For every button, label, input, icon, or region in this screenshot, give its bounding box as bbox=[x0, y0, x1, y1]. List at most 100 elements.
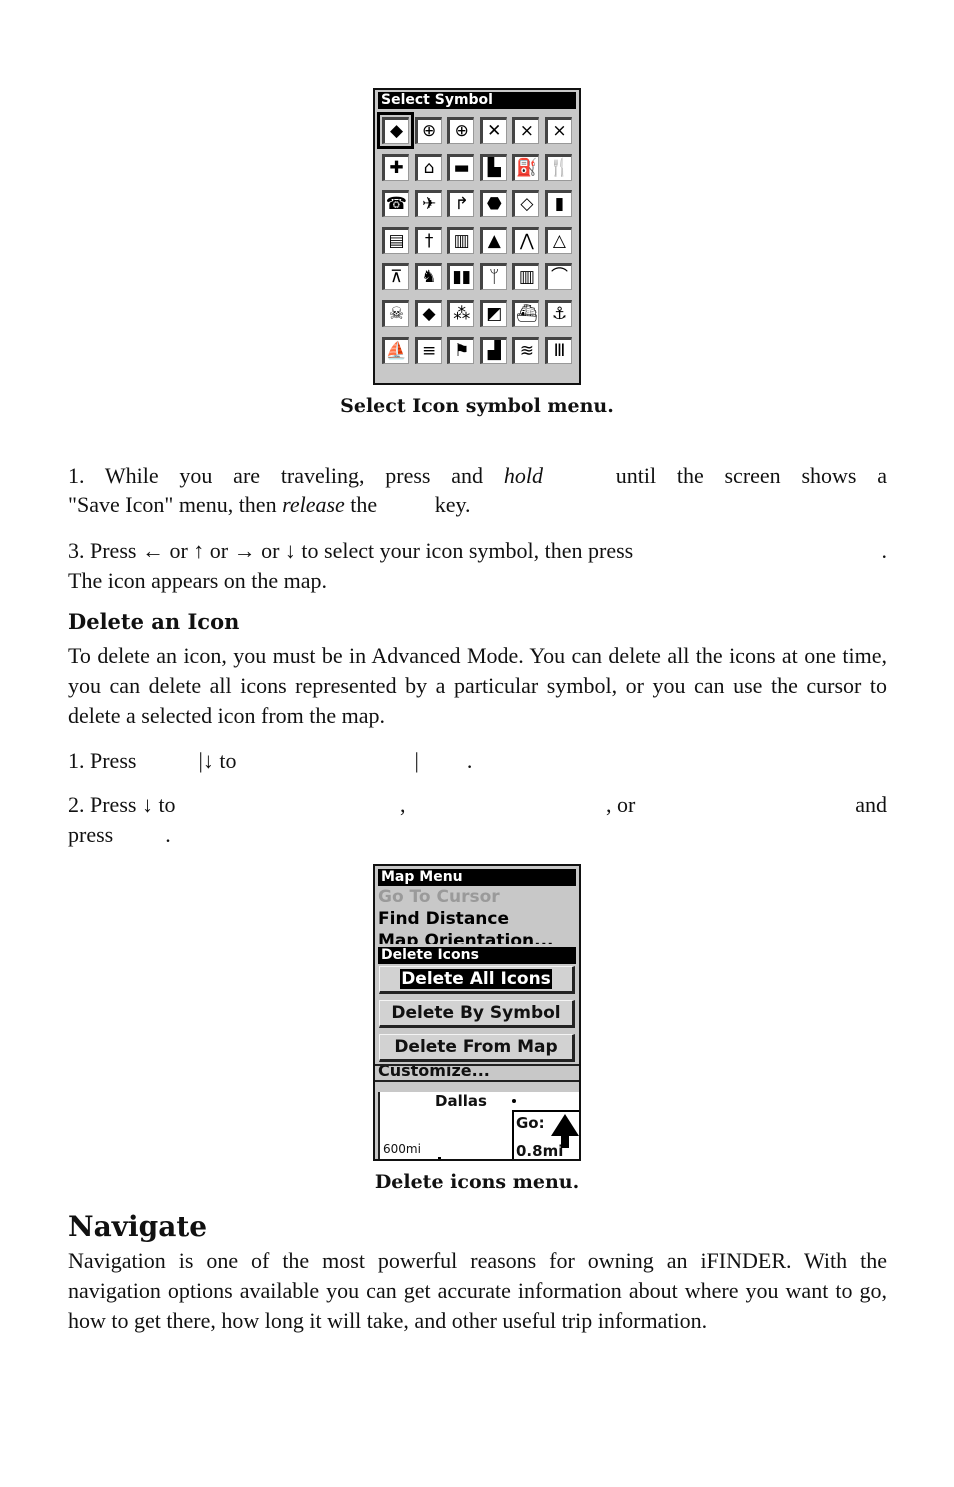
delete-step1: 1. Press |↓ to |. bbox=[68, 746, 887, 776]
symbol-cell[interactable]: ▥ bbox=[447, 226, 475, 254]
symbol-cell[interactable]: ▮▮ bbox=[447, 263, 475, 291]
delete-icon-body: To delete an icon, you must be in Advanc… bbox=[68, 643, 887, 728]
buoy-icon: ⚑ bbox=[454, 340, 470, 361]
symbol-cell[interactable]: ▙ bbox=[479, 153, 507, 181]
car-icon: ▬ bbox=[453, 157, 470, 178]
symbol-cell[interactable]: ⛽ bbox=[512, 153, 540, 181]
symbol-cell[interactable]: ▮ bbox=[544, 190, 572, 218]
tree-icon: ▲ bbox=[487, 230, 501, 251]
step1-line2: "Save Icon" menu, then release the key. bbox=[68, 490, 887, 520]
picnic-table-icon: ⊼ bbox=[390, 267, 403, 288]
step3-line1: 3. Press ← or ↑ or → or ↓ to select your… bbox=[68, 538, 634, 563]
symbol-cell[interactable]: ▤ bbox=[382, 226, 409, 254]
symbol-cell[interactable]: ◇ bbox=[512, 190, 540, 218]
map-menu-item[interactable]: Find Distance bbox=[375, 908, 579, 930]
map-menu-items: Go To Cursor Find Distance Map Orientation… bbox=[375, 886, 579, 944]
symbol-cell[interactable]: ⚓ bbox=[544, 299, 572, 327]
symbol-cell[interactable]: ▥ bbox=[512, 263, 540, 291]
symbol-cell[interactable]: ⛵ bbox=[382, 336, 409, 364]
symbol-cell[interactable]: ✚ bbox=[382, 153, 409, 181]
symbol-cell[interactable]: ⁂ bbox=[447, 299, 475, 327]
symbol-cell[interactable]: ⬣ bbox=[479, 190, 507, 218]
symbol-cell[interactable]: ⌂ bbox=[414, 153, 442, 181]
symbol-cell[interactable]: ⚑ bbox=[447, 336, 475, 364]
airplane-icon: ✈ bbox=[421, 194, 437, 215]
symbol-cell[interactable]: ☠ bbox=[382, 299, 409, 327]
step1-text-d: the bbox=[344, 492, 378, 517]
x-mark-outline-icon: ⨯ bbox=[519, 121, 534, 141]
flag-icon: ▤ bbox=[388, 230, 405, 251]
symbol-cell[interactable]: ♞ bbox=[414, 263, 442, 291]
symbol-cell[interactable]: ⋀ bbox=[512, 226, 540, 254]
symbol-cell[interactable]: ⊼ bbox=[382, 263, 409, 291]
fuel-pump-icon: ⛽ bbox=[516, 157, 538, 178]
map-scale-label: 600mi bbox=[383, 1142, 421, 1156]
customize-item: Customize... bbox=[375, 1064, 579, 1076]
diamond-solid-icon: ◆ bbox=[389, 121, 404, 141]
delete-step1-b: |↓ to bbox=[198, 748, 237, 773]
x-mark-outline-2-icon: ⨯ bbox=[552, 121, 567, 141]
delete-step2-a: 2. Press ↓ to bbox=[68, 792, 176, 817]
step1-text-a: 1. While you are traveling, press and bbox=[68, 463, 504, 488]
symbol-cell[interactable]: ▬ bbox=[447, 153, 475, 181]
symbol-cell[interactable]: ⊕ bbox=[447, 117, 475, 144]
anchor-icon: ⚓ bbox=[551, 303, 568, 324]
delete-step2-e: press bbox=[68, 822, 114, 847]
map-menu-item[interactable]: Map Orientation... bbox=[375, 930, 579, 944]
step1-release: release bbox=[282, 492, 345, 517]
step1-line1: 1. While you are traveling, press and ho… bbox=[68, 461, 887, 491]
building-icon: ▙ bbox=[487, 157, 501, 178]
symbol-cell[interactable]: △ bbox=[544, 226, 572, 254]
go-label: Go: bbox=[516, 1114, 545, 1132]
symbol-cell[interactable]: ⨯ bbox=[544, 117, 572, 144]
boat-ramp-icon: ⛴ bbox=[516, 303, 538, 324]
symbol-cell[interactable]: ↱ bbox=[447, 190, 475, 218]
symbol-cell[interactable]: ◆ bbox=[414, 299, 442, 327]
delete-step1-c: | bbox=[414, 748, 419, 773]
map-view: Dallas 600mi Go: 0.8mi bbox=[378, 1092, 579, 1159]
symbol-cell[interactable]: ☎ bbox=[382, 190, 409, 218]
phone-icon: ☎ bbox=[385, 194, 408, 215]
step1-text-e: key. bbox=[429, 492, 471, 517]
diamond-crosshair-bold-icon: ⊕ bbox=[454, 121, 469, 141]
factory-icon: ▟ bbox=[487, 340, 501, 361]
step3-line2: The icon appears on the map. bbox=[68, 568, 328, 593]
symbol-cell[interactable]: ⨯ bbox=[512, 117, 540, 144]
fish-icon: ◆ bbox=[422, 303, 436, 324]
delete-step1-d: . bbox=[466, 748, 473, 773]
delete-all-icons-button[interactable]: Delete All Icons bbox=[379, 966, 575, 994]
traffic-light-icon: ▮ bbox=[554, 194, 565, 215]
delete-step2-d: and bbox=[855, 792, 887, 817]
symbol-cell[interactable]: ⌒ bbox=[544, 263, 572, 291]
symbol-cell[interactable]: ᛘ bbox=[479, 263, 507, 291]
medical-cross-icon: ✚ bbox=[389, 157, 404, 178]
go-box: Go: 0.8mi bbox=[512, 1110, 579, 1159]
delete-from-map-button[interactable]: Delete From Map bbox=[379, 1034, 575, 1062]
deer-icon: ♞ bbox=[421, 267, 437, 288]
delete-by-symbol-button[interactable]: Delete By Symbol bbox=[379, 1000, 575, 1028]
symbol-cell[interactable]: † bbox=[414, 226, 442, 254]
symbol-cell[interactable]: Ⅲ bbox=[544, 336, 572, 364]
figure1-caption: Select Icon symbol menu. bbox=[340, 395, 614, 417]
symbol-cell[interactable]: ◆ bbox=[377, 112, 414, 149]
map-city-label: Dallas bbox=[435, 1092, 487, 1110]
symbol-cell[interactable]: ≋ bbox=[512, 336, 540, 364]
house-icon: ⌂ bbox=[423, 157, 435, 178]
boat-icon: ⛵ bbox=[385, 340, 408, 361]
turn-sign-icon: ↱ bbox=[454, 194, 469, 215]
playground-icon: ▥ bbox=[518, 267, 535, 288]
symbol-cell[interactable]: ⊕ bbox=[414, 117, 442, 144]
symbol-cell[interactable]: ▲ bbox=[479, 226, 507, 254]
symbol-cell[interactable]: ✈ bbox=[414, 190, 442, 218]
symbol-cell[interactable]: ≡ bbox=[414, 336, 442, 364]
symbol-cell[interactable]: ◩ bbox=[479, 299, 507, 327]
symbol-cell[interactable]: ⛴ bbox=[512, 299, 540, 327]
symbol-cell[interactable]: 🍴 bbox=[544, 153, 572, 181]
select-symbol-title: Select Symbol bbox=[378, 92, 576, 109]
symbol-cell[interactable]: ✕ bbox=[479, 117, 507, 144]
restroom-icon: ▥ bbox=[453, 230, 470, 251]
navigate-body: Navigation is one of the most powerful r… bbox=[68, 1248, 887, 1333]
symbol-cell[interactable]: ▟ bbox=[479, 336, 507, 364]
fish-school-icon: ⁂ bbox=[453, 303, 471, 324]
select-symbol-screen: Select Symbol ◆ ⊕ ⊕ ✕ ⨯ ⨯ ✚ ⌂ ▬ ▙ ⛽ 🍴 ☎ ✈ ↱ ⬣ ◇ ▮ ▤ † ▥ ▲ ⋀ △ ⊼ ♞… bbox=[373, 88, 581, 385]
